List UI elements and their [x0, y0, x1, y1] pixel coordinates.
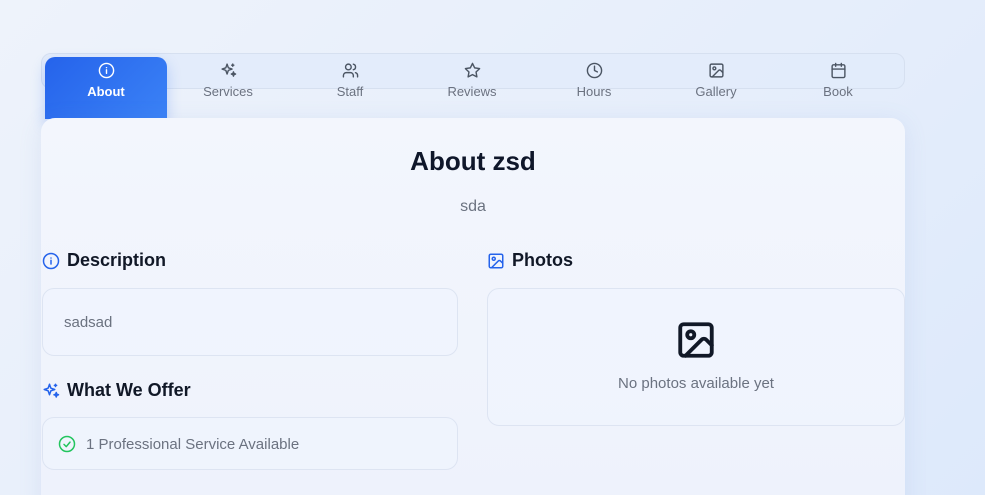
- calendar-icon: [830, 62, 846, 78]
- tab-about[interactable]: About: [45, 57, 167, 119]
- tab-label: About: [87, 83, 125, 99]
- tab-label: Hours: [576, 83, 612, 99]
- tab-label: Gallery: [695, 83, 737, 99]
- description-panel: sadsad: [42, 288, 458, 356]
- info-icon: [98, 62, 114, 78]
- photos-empty-text: No photos available yet: [618, 375, 774, 392]
- tab-services[interactable]: Services: [167, 57, 289, 119]
- offer-panel: 1 Professional Service Available: [42, 417, 458, 470]
- page-subtitle: sda: [460, 198, 486, 215]
- tab-label: Book: [823, 83, 853, 99]
- users-icon: [342, 62, 358, 78]
- image-icon: [488, 253, 504, 268]
- offer-heading: What We Offer: [42, 380, 191, 401]
- photos-empty-state: No photos available yet: [488, 319, 904, 392]
- photos-heading-label: Photos: [512, 250, 573, 270]
- description-heading-label: Description: [67, 250, 167, 270]
- image-placeholder-icon: [678, 322, 714, 358]
- check-circle-icon: [58, 435, 76, 453]
- tab-gallery[interactable]: Gallery: [655, 57, 777, 119]
- photos-panel: No photos available yet: [487, 288, 905, 426]
- tab-staff[interactable]: Staff: [289, 57, 411, 119]
- info-icon: [42, 252, 60, 269]
- tab-label: Services: [203, 83, 253, 99]
- offer-item-text: 1 Professional Service Available: [86, 435, 300, 453]
- description-heading: Description: [42, 250, 166, 271]
- tab-hours[interactable]: Hours: [533, 57, 655, 119]
- sparkles-icon: [43, 383, 60, 398]
- tab-reviews[interactable]: Reviews: [411, 57, 533, 119]
- offer-item: 1 Professional Service Available: [58, 435, 299, 453]
- photos-heading: Photos: [487, 250, 573, 271]
- offer-heading-label: What We Offer: [67, 380, 191, 400]
- clock-icon: [586, 62, 602, 78]
- tab-label: Staff: [336, 83, 364, 99]
- sparkles-icon: [220, 62, 236, 77]
- tab-book[interactable]: Book: [777, 57, 899, 119]
- tab-label: Reviews: [447, 83, 497, 99]
- star-icon: [464, 62, 480, 78]
- description-text: sadsad: [64, 314, 113, 331]
- page-title: About zsd: [410, 146, 536, 176]
- image-icon: [708, 62, 724, 78]
